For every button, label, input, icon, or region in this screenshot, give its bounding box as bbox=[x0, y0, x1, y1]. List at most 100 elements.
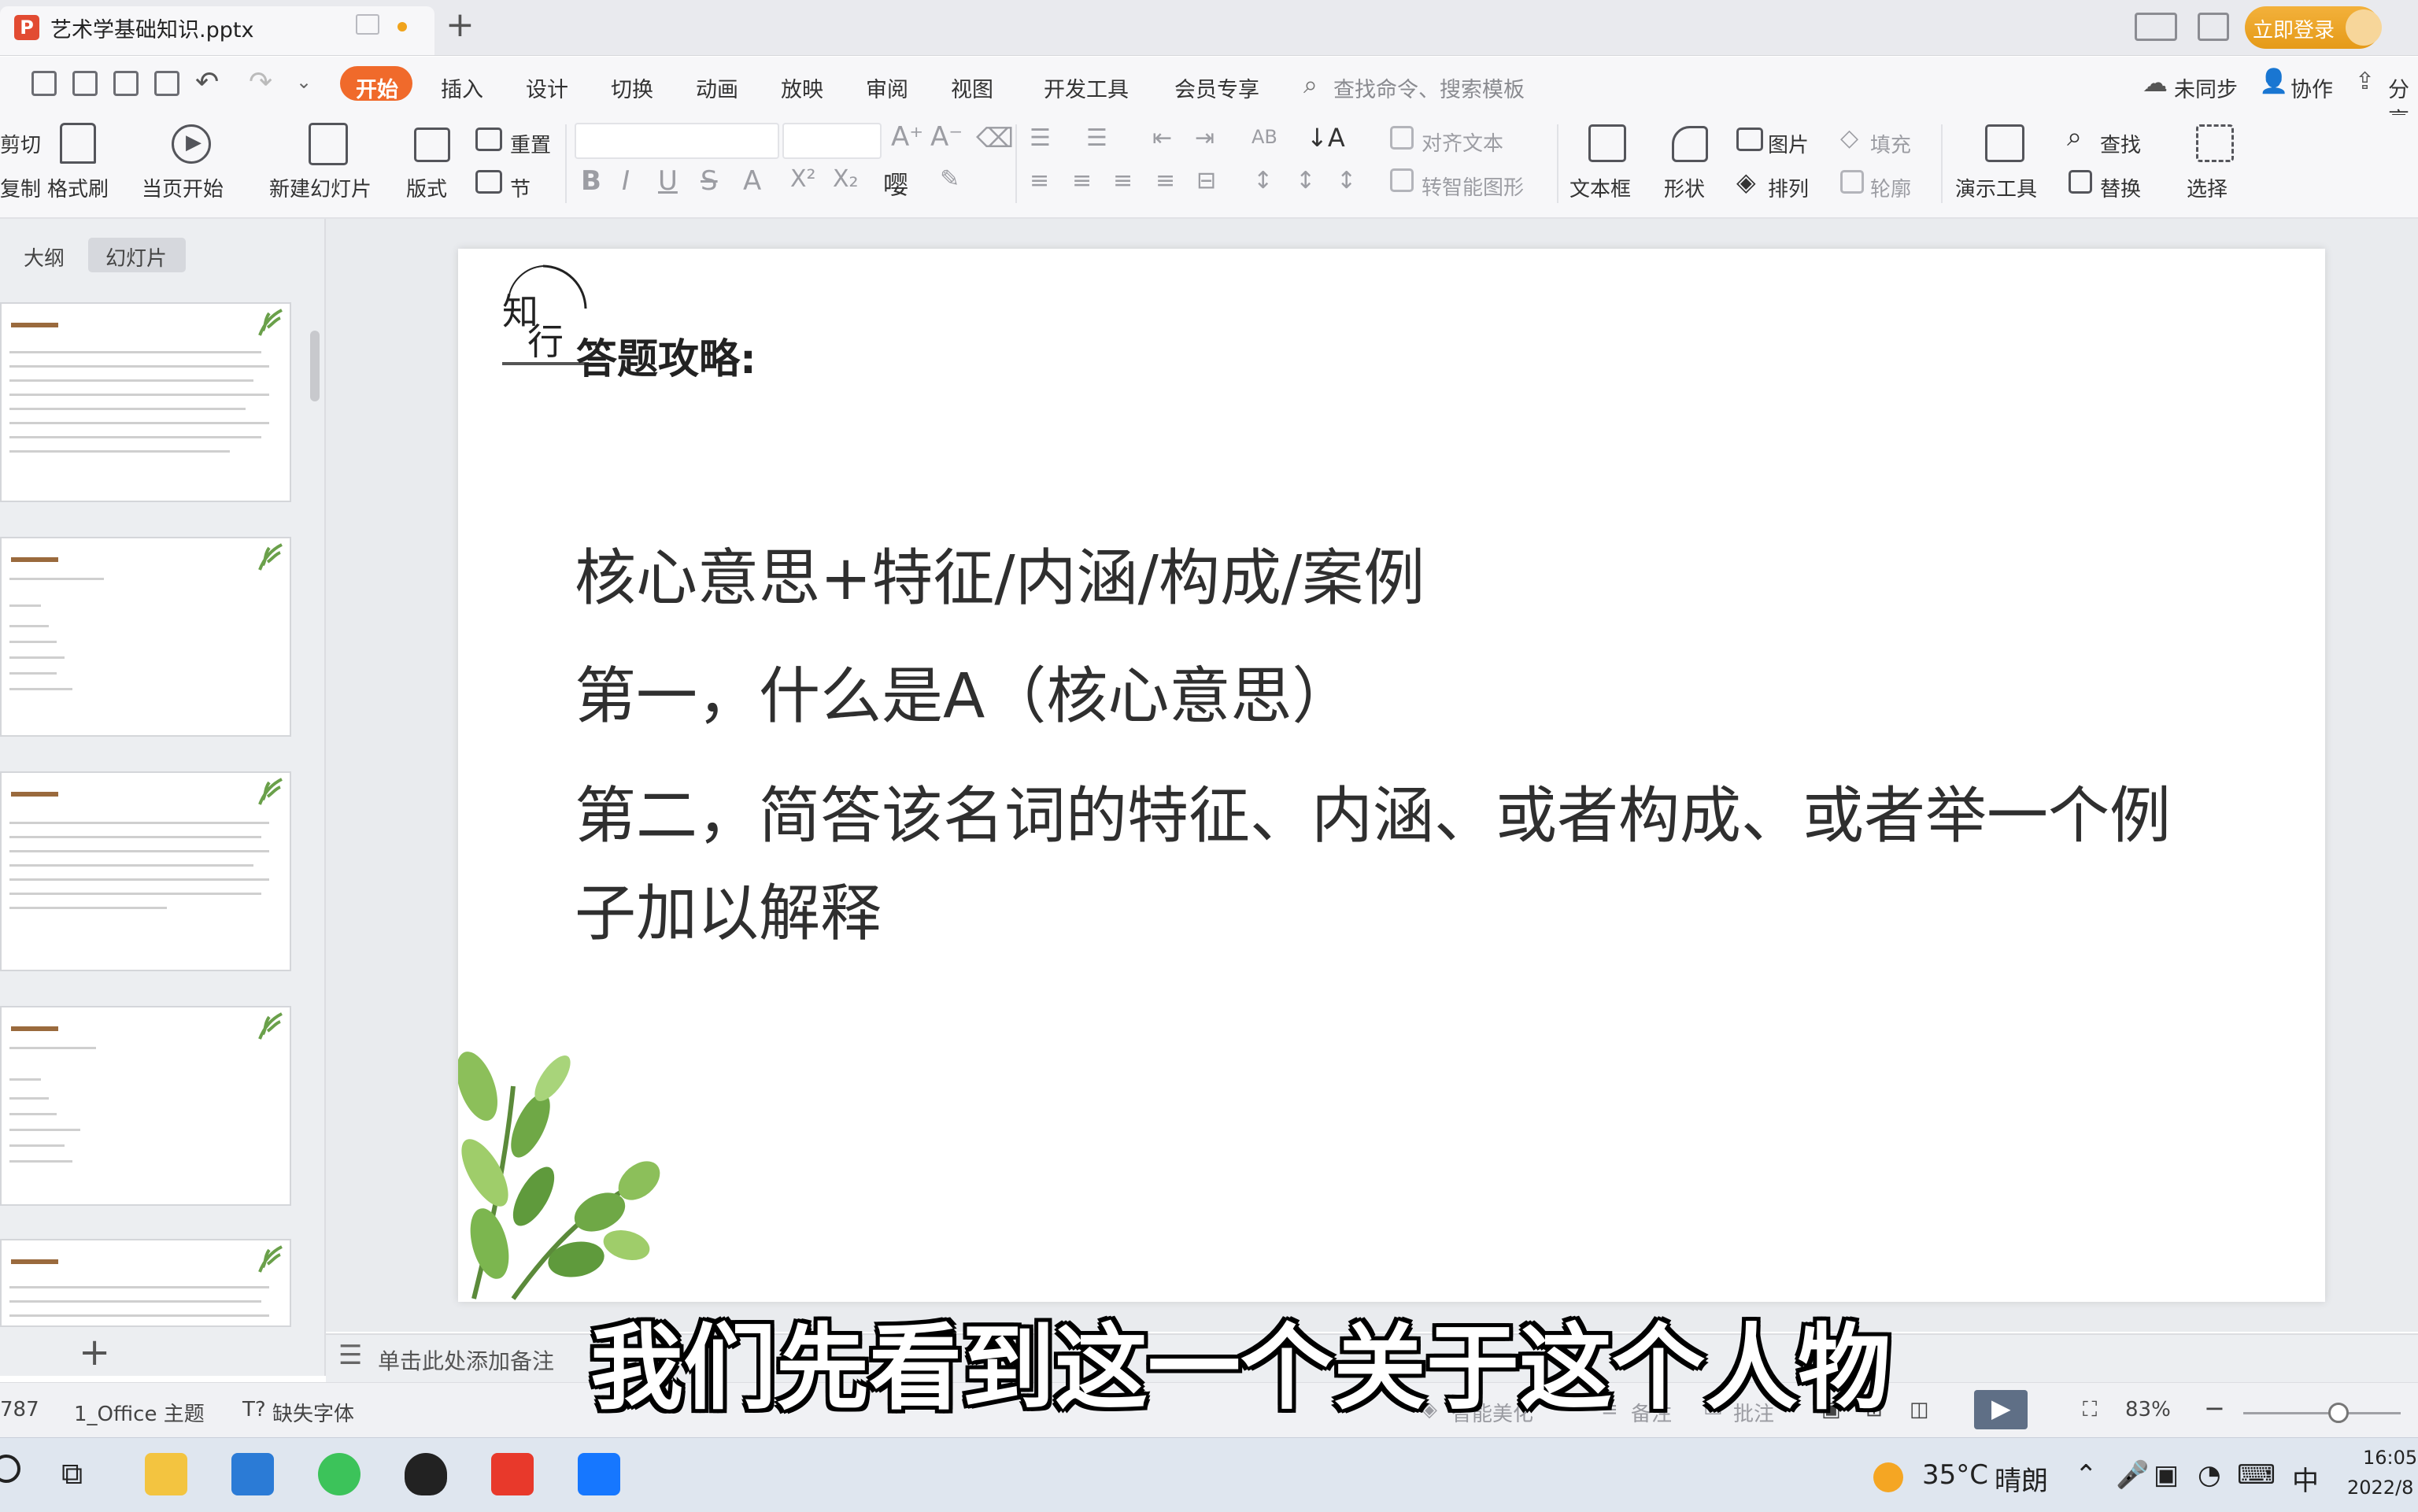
decrease-font-icon[interactable]: A⁻ bbox=[930, 121, 963, 153]
align-text-button[interactable]: 对齐文本 bbox=[1422, 128, 1503, 157]
task-view-icon[interactable]: ⧉ bbox=[61, 1456, 83, 1492]
replace-button[interactable]: 替换 bbox=[2100, 173, 2141, 202]
avatar-icon[interactable] bbox=[2346, 9, 2382, 46]
command-search-input[interactable]: 查找命令、搜索模板 bbox=[1333, 72, 1525, 103]
justify-icon[interactable]: ≡ bbox=[1155, 167, 1175, 194]
slide-text-line[interactable]: 第二，简答该名词的特征、内涵、或者构成、或者举一个例 bbox=[575, 767, 2171, 855]
increase-indent-icon[interactable]: ⇥ bbox=[1195, 124, 1215, 152]
slide-thumbnail[interactable] bbox=[0, 537, 291, 737]
add-slide-button[interactable]: + bbox=[79, 1330, 110, 1374]
arrange-button[interactable]: 排列 bbox=[1768, 173, 1809, 202]
new-tab-button[interactable]: + bbox=[446, 5, 475, 45]
zoom-out-icon[interactable]: − bbox=[2204, 1393, 2225, 1423]
redo-icon[interactable]: ↷ bbox=[249, 66, 272, 98]
wechat-icon[interactable] bbox=[318, 1453, 360, 1495]
bullet-list-icon[interactable]: ☰ bbox=[1030, 124, 1051, 152]
decrease-indent-icon[interactable]: ⇤ bbox=[1152, 124, 1172, 152]
missing-font-button[interactable]: 缺失字体 bbox=[272, 1398, 354, 1427]
slide-text-line[interactable]: 第一，什么是A（核心意思） bbox=[575, 647, 1353, 735]
italic-icon[interactable]: I bbox=[622, 165, 630, 197]
numbered-list-icon[interactable]: ☰ bbox=[1086, 124, 1107, 152]
sync-status[interactable]: 未同步 bbox=[2174, 72, 2238, 103]
find-button[interactable]: 查找 bbox=[2100, 129, 2141, 158]
font-color-icon[interactable]: A bbox=[743, 165, 761, 197]
network-icon[interactable]: ◔ bbox=[2198, 1459, 2221, 1491]
zoom-level[interactable]: 83% bbox=[2125, 1398, 2171, 1421]
theme-name[interactable]: 1_Office 主题 bbox=[74, 1398, 205, 1427]
undo-icon[interactable]: ↶ bbox=[195, 66, 219, 98]
paragraph-spacing-icon[interactable]: ↕ bbox=[1296, 167, 1315, 194]
layout-switch-icon[interactable] bbox=[2135, 13, 2177, 41]
reset-button[interactable]: 重置 bbox=[510, 129, 551, 158]
temperature[interactable]: 35°C bbox=[1922, 1459, 1988, 1491]
textbox-button[interactable]: 文本框 bbox=[1569, 173, 1631, 202]
align-center-icon[interactable]: ≡ bbox=[1072, 167, 1092, 194]
tab-outline[interactable]: 大纲 bbox=[24, 242, 65, 272]
format-painter-button[interactable]: 格式刷 bbox=[47, 173, 109, 202]
print-preview-icon[interactable] bbox=[154, 71, 179, 96]
tab-insert[interactable]: 插入 bbox=[441, 72, 483, 103]
presentation-tools-button[interactable]: 演示工具 bbox=[1955, 173, 2037, 202]
tab-animations[interactable]: 动画 bbox=[696, 72, 738, 103]
smart-shape-button[interactable]: 转智能图形 bbox=[1422, 172, 1524, 201]
mail-icon[interactable] bbox=[231, 1453, 274, 1495]
text-direction-icon[interactable]: AB bbox=[1252, 126, 1277, 148]
increase-font-icon[interactable]: A⁺ bbox=[891, 121, 923, 153]
print-icon[interactable] bbox=[113, 71, 139, 96]
slide-text-line[interactable]: 子加以解释 bbox=[575, 864, 882, 952]
save-icon[interactable] bbox=[31, 71, 57, 96]
slide-thumbnail[interactable] bbox=[0, 771, 291, 971]
file-explorer-icon[interactable] bbox=[145, 1453, 187, 1495]
layout-button[interactable]: 版式 bbox=[406, 173, 447, 202]
apps-grid-icon[interactable] bbox=[2198, 13, 2229, 41]
phonetic-guide-icon[interactable]: 嘤 bbox=[883, 165, 908, 201]
tab-member[interactable]: 会员专享 bbox=[1174, 72, 1259, 103]
highlight-icon[interactable]: ✎ bbox=[940, 165, 959, 193]
font-name-select[interactable] bbox=[575, 123, 779, 159]
quick-access-dropdown-icon[interactable]: ⌄ bbox=[296, 71, 312, 93]
fill-button[interactable]: 填充 bbox=[1870, 129, 1911, 158]
tab-slideshow[interactable]: 放映 bbox=[781, 72, 823, 103]
clear-format-icon[interactable]: ⌫ bbox=[976, 123, 1014, 154]
tab-view[interactable]: 视图 bbox=[951, 72, 993, 103]
weather-condition[interactable]: 晴朗 bbox=[1995, 1459, 2048, 1498]
clock-time[interactable]: 16:05 bbox=[2363, 1447, 2417, 1469]
paragraph-icon[interactable]: ↕ bbox=[1337, 167, 1356, 194]
ime-indicator[interactable]: 中 bbox=[2292, 1459, 2319, 1498]
save-as-icon[interactable] bbox=[72, 71, 98, 96]
superscript-icon[interactable]: X² bbox=[790, 165, 816, 193]
wps-icon[interactable] bbox=[491, 1453, 534, 1495]
outline-button[interactable]: 轮廓 bbox=[1870, 173, 1911, 202]
tab-design[interactable]: 设计 bbox=[526, 72, 568, 103]
line-spacing-icon[interactable]: ↕ bbox=[1253, 167, 1273, 194]
slide-thumbnail[interactable] bbox=[0, 1006, 291, 1206]
collaborate-button[interactable]: 协作 bbox=[2290, 72, 2333, 103]
font-size-select[interactable] bbox=[782, 123, 882, 159]
play-current-button[interactable]: 当页开始 bbox=[142, 173, 224, 202]
reading-view-icon[interactable]: ◫ bbox=[1910, 1398, 1929, 1421]
shape-button[interactable]: 形状 bbox=[1664, 173, 1705, 202]
panel-scrollbar[interactable] bbox=[310, 331, 320, 401]
picture-button[interactable]: 图片 bbox=[1768, 129, 1809, 158]
sort-icon[interactable]: ↓A bbox=[1307, 123, 1345, 153]
align-right-icon[interactable]: ≡ bbox=[1113, 167, 1133, 194]
strikethrough-icon[interactable]: S bbox=[701, 165, 718, 197]
qq-icon[interactable] bbox=[405, 1453, 447, 1495]
fit-to-window-icon[interactable]: ⛶ bbox=[2083, 1398, 2097, 1422]
slide-text-line[interactable]: 核心意思+特征/内涵/构成/案例 bbox=[575, 529, 1425, 617]
slide-thumbnail[interactable] bbox=[0, 1239, 291, 1327]
slide-thumbnail[interactable] bbox=[0, 302, 291, 502]
bold-icon[interactable]: B bbox=[581, 165, 601, 197]
distribute-icon[interactable]: ⊟ bbox=[1196, 167, 1216, 194]
cut-button[interactable]: 剪切 bbox=[0, 129, 41, 158]
slide-heading[interactable]: 答题攻略: bbox=[576, 326, 756, 385]
subscript-icon[interactable]: X₂ bbox=[833, 165, 859, 193]
tab-monitor-icon[interactable] bbox=[356, 14, 379, 35]
select-button[interactable]: 选择 bbox=[2187, 173, 2228, 202]
zoom-slider[interactable] bbox=[2243, 1412, 2401, 1414]
zoom-slider-handle[interactable] bbox=[2328, 1403, 2349, 1423]
tray-app-icon[interactable]: ▣ bbox=[2154, 1459, 2179, 1491]
notes-input[interactable]: 单击此处添加备注 bbox=[378, 1344, 554, 1376]
new-slide-button[interactable]: 新建幻灯片 bbox=[269, 173, 372, 202]
copy-button[interactable]: 复制 bbox=[0, 173, 41, 202]
